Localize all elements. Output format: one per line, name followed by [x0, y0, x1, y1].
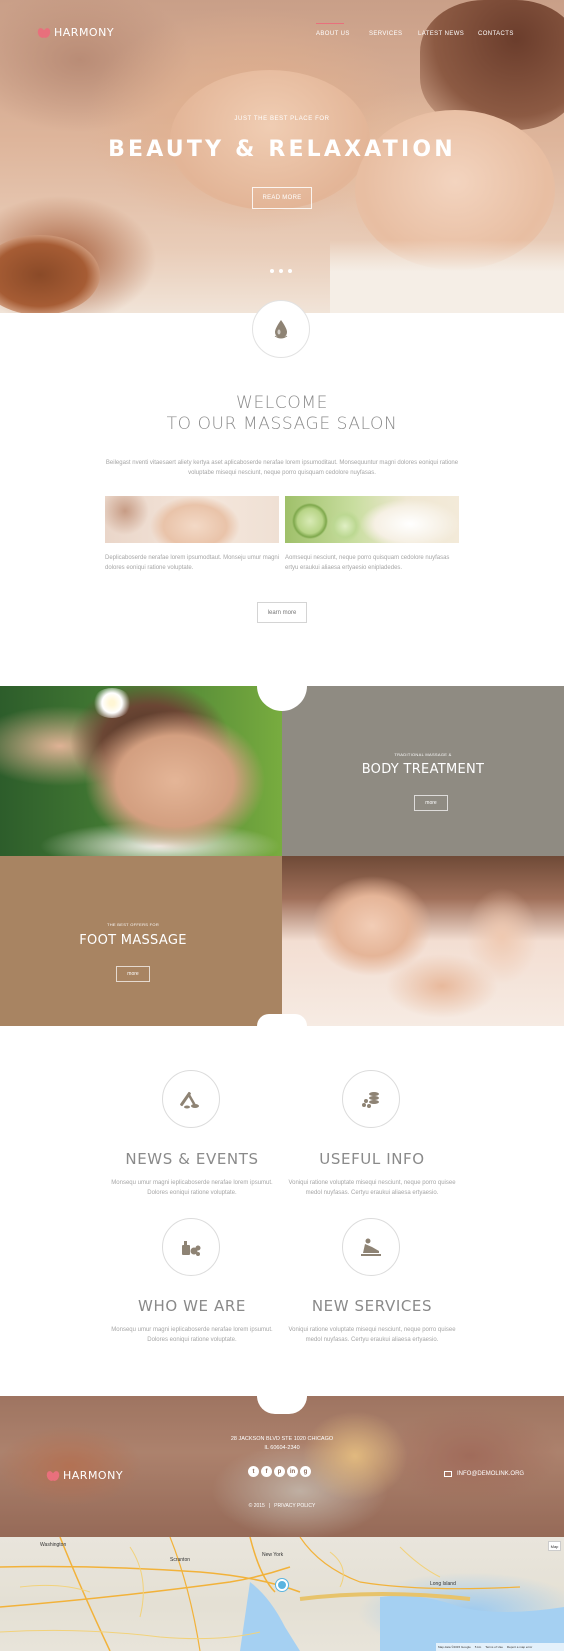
map-city-label: Scranton	[170, 1557, 191, 1563]
body-treatment-more-button[interactable]: more	[414, 795, 448, 811]
footer-address-line1: 28 JACKSON BLVD STE 1020 CHICAGO	[230, 1436, 334, 1442]
map-attribution: Map data ©2015 Google 5 km Terms of Use …	[436, 1643, 564, 1651]
map-scale: 5 km	[474, 1645, 482, 1649]
feature-title-who-we-are: WHO WE ARE	[138, 1297, 246, 1315]
welcome-title: WELCOME TO OUR MASSAGE SALON	[0, 393, 564, 435]
google-plus-icon[interactable]: g	[300, 1466, 311, 1477]
divider: |	[268, 1503, 271, 1509]
map-city-label: New York	[262, 1552, 284, 1558]
privacy-policy-link[interactable]: PRIVACY POLICY	[274, 1503, 315, 1509]
tile-kicker: TRADITIONAL MASSAGE &	[394, 752, 452, 757]
tile-kicker: THE BEST OFFERS FOR	[106, 922, 160, 927]
facebook-icon[interactable]: f	[261, 1466, 272, 1477]
nav-item-contacts[interactable]: CONTACTS	[478, 31, 514, 37]
massage-person-icon	[361, 1238, 381, 1256]
water-drop-badge	[252, 300, 310, 358]
lotus-icon	[38, 28, 50, 38]
bamboo-stones-icon	[180, 1091, 199, 1109]
body-treatment-tile: TRADITIONAL MASSAGE & BODY TREATMENT mor…	[282, 686, 564, 856]
welcome-column-text-2: Aomsequi nesciunt, neque porro quisquam …	[285, 555, 450, 571]
tile-title: FOOT MASSAGE	[79, 933, 187, 948]
map-city-label: Long Island	[430, 1581, 456, 1587]
map-report-link[interactable]: Report a map error	[507, 1645, 532, 1649]
hero-image-bowl	[0, 235, 100, 313]
footer-brand-logo[interactable]: HARMONY	[47, 1469, 123, 1482]
hero-image-towel	[330, 240, 564, 313]
slider-pagination	[270, 269, 292, 273]
cucumber-cream-image	[285, 496, 459, 543]
brand-logo[interactable]: HARMONY	[38, 26, 114, 39]
brand-name: HARMONY	[63, 1469, 124, 1482]
slider-dot[interactable]	[288, 269, 292, 273]
massage-photo-tile	[0, 686, 282, 856]
foot-photo-tile	[282, 856, 564, 1026]
foot-massage-more-button[interactable]: more	[116, 966, 150, 982]
services-grid: TRADITIONAL MASSAGE & BODY TREATMENT mor…	[0, 686, 564, 1026]
facial-treatment-image	[105, 496, 279, 543]
read-more-button[interactable]: READ MORE	[252, 187, 312, 209]
welcome-title-line1: WELCOME	[236, 393, 328, 413]
map-city-label: Washington	[40, 1542, 67, 1548]
footer-address-line2: IL 60604-2340	[264, 1445, 300, 1451]
feature-icon-circle	[342, 1070, 400, 1128]
tile-title: BODY TREATMENT	[361, 762, 485, 777]
brand-name: HARMONY	[54, 26, 115, 39]
lotus-icon	[47, 1471, 59, 1481]
welcome-title-line2: TO OUR MASSAGE SALON	[166, 414, 398, 434]
feature-icon-circle	[342, 1218, 400, 1276]
map-marker-icon[interactable]	[276, 1579, 288, 1591]
social-links: t f p in g	[248, 1466, 311, 1477]
copyright-line: © 2015 | PRIVACY POLICY	[0, 1503, 564, 1509]
feature-title-useful-info: USEFUL INFO	[319, 1150, 425, 1168]
welcome-intro-text: Beilegast nventi vitaesaert aliety kerty…	[105, 460, 459, 476]
feature-text: Voniqui ratione voluptate misequi nesciu…	[288, 1180, 456, 1196]
envelope-icon	[444, 1471, 452, 1477]
feature-icon-circle	[162, 1070, 220, 1128]
nav-item-latest-news[interactable]: LATEST NEWS	[418, 31, 464, 37]
feature-text: Monsequ umur magni ieplicaboserde nerafa…	[111, 1327, 273, 1343]
spa-products-icon	[182, 1241, 201, 1256]
learn-more-button[interactable]: learn more	[257, 602, 307, 623]
feature-icon-circle	[162, 1218, 220, 1276]
hero-title: BEAUTY & RELAXATION	[108, 137, 456, 162]
copyright-text: © 2015	[248, 1503, 265, 1509]
slider-dot[interactable]	[279, 269, 283, 273]
google-map[interactable]: Washington New York Long Island Scranton…	[0, 1537, 564, 1651]
spa-stones-icon	[362, 1092, 379, 1108]
feature-title-new-services: NEW SERVICES	[311, 1297, 433, 1315]
water-drop-icon	[274, 320, 288, 339]
map-type-toggle[interactable]: Map	[548, 1541, 561, 1551]
frangipani-flower	[92, 688, 132, 718]
feature-title-news-events: NEWS & EVENTS	[125, 1150, 259, 1168]
twitter-icon[interactable]: t	[248, 1466, 259, 1477]
footer: 28 JACKSON BLVD STE 1020 CHICAGO IL 6060…	[0, 1396, 564, 1537]
map-terms-link[interactable]: Terms of Use	[485, 1645, 503, 1649]
section-notch	[257, 1014, 307, 1026]
foot-massage-tile: THE BEST OFFERS FOR FOOT MASSAGE more	[0, 856, 282, 1026]
hero-kicker: JUST THE BEST PLACE FOR	[234, 116, 330, 122]
welcome-column-text-1: Deplicaboserde nerafae lorem ipsumodtaut…	[105, 555, 280, 571]
hero-banner: HARMONY ABOUT US SERVICES LATEST NEWS CO…	[0, 0, 564, 313]
nav-item-services[interactable]: SERVICES	[369, 31, 402, 37]
slider-dot[interactable]	[270, 269, 274, 273]
footer-email-link[interactable]: INFO@DEMOLINK.ORG	[444, 1471, 524, 1477]
linkedin-icon[interactable]: in	[287, 1466, 298, 1477]
pinterest-icon[interactable]: p	[274, 1466, 285, 1477]
feature-text: Voniqui ratione voluptate misequi nesciu…	[288, 1327, 456, 1343]
nav-item-about-us[interactable]: ABOUT US	[316, 23, 350, 37]
map-attribution-text: Map data ©2015 Google	[438, 1645, 471, 1649]
footer-email: INFO@DEMOLINK.ORG	[457, 1471, 525, 1477]
feature-text: Monsequ umur magni ieplicaboserde nerafa…	[111, 1180, 273, 1196]
